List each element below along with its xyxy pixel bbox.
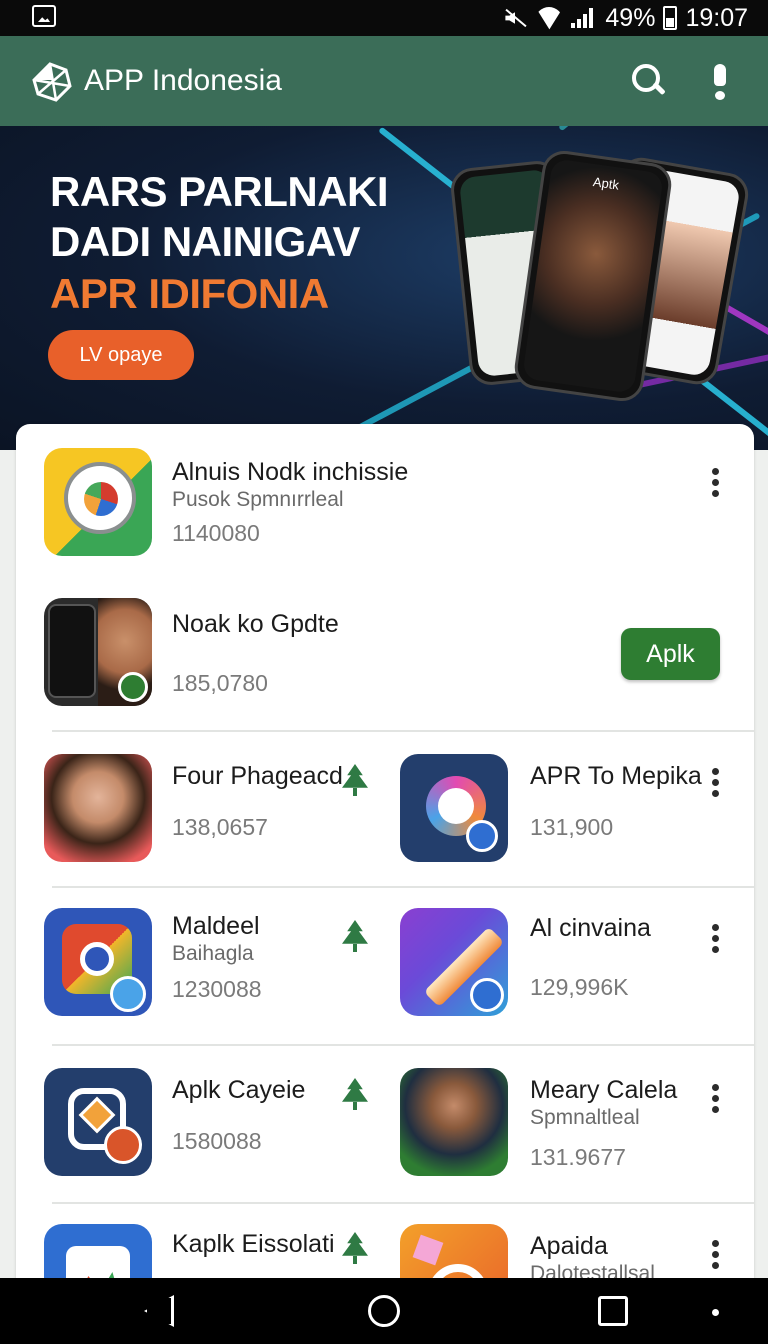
clock: 19:07 [685, 3, 748, 32]
status-icons: 49% 19:07 [503, 0, 748, 36]
more-vert-icon[interactable] [710, 468, 720, 498]
promo-banner[interactable]: RARS PARLNAKI DADI NAINIGAV APR IDIFONIA… [0, 126, 768, 450]
alert-icon[interactable] [712, 64, 728, 100]
app-icon-r4-left[interactable] [44, 1224, 152, 1284]
app-count-r3-right: 131.9677 [530, 1144, 626, 1170]
search-icon[interactable] [632, 64, 666, 98]
app-name-r4-left[interactable]: Kaplk Eissolati [172, 1230, 335, 1259]
divider [52, 1202, 754, 1204]
app-name-r2-left[interactable]: Maldeel [172, 912, 260, 941]
app-icon-featured2[interactable] [44, 598, 152, 706]
tree-icon [342, 764, 368, 796]
app-icon-r1-right[interactable] [400, 754, 508, 862]
image-icon [32, 5, 56, 27]
back-icon[interactable] [144, 1295, 174, 1327]
phone-label: Aptk [592, 174, 620, 193]
app-list-card: Alnuis Nodk inchissie Pusok Spmnırrleal … [16, 424, 754, 1284]
app-subtitle-r2-left: Baihagla [172, 942, 254, 965]
banner-headline-2: DADI NAINIGAV [50, 218, 361, 265]
app-name-featured2[interactable]: Noak ko Gpdte [172, 610, 339, 639]
app-name-r3-left[interactable]: Aplk Cayeie [172, 1076, 305, 1105]
battery-percent: 49% [605, 3, 656, 32]
battery-icon [663, 6, 678, 30]
app-count-r2-left: 1230088 [172, 976, 262, 1002]
status-bar: 49% 19:07 [0, 0, 768, 36]
tree-icon [342, 1232, 368, 1264]
mute-icon [503, 8, 527, 28]
tree-icon [342, 920, 368, 952]
app-icon-r3-right[interactable] [400, 1068, 508, 1176]
divider [52, 730, 754, 732]
app-icon-r2-left[interactable] [44, 908, 152, 1016]
banner-headline-1: RARS PARLNAKI [50, 168, 389, 215]
app-name-r3-right[interactable]: Meary Calela [530, 1076, 677, 1105]
app-bar: APP Indonesia [0, 36, 768, 126]
app-subtitle-r3-right: Spmnaltleal [530, 1106, 640, 1129]
logo-icon [32, 62, 72, 102]
app-count-r1-left: 138,0657 [172, 814, 268, 840]
app-icon-r1-left[interactable] [44, 754, 152, 862]
banner-headline-3: APR IDIFONIA [50, 270, 329, 317]
app-icon-r4-right[interactable] [400, 1224, 508, 1284]
app-title: APP Indonesia [84, 64, 282, 97]
recents-icon[interactable] [598, 1296, 628, 1326]
more-vert-icon[interactable] [710, 924, 720, 954]
app-icon-r2-right[interactable] [400, 908, 508, 1016]
home-icon[interactable] [368, 1295, 400, 1327]
more-vert-icon[interactable] [710, 1240, 720, 1270]
navigation-bar [0, 1278, 768, 1344]
wifi-icon [535, 7, 563, 29]
app-count-r2-right: 129,996K [530, 974, 629, 1000]
app-name-r4-right[interactable]: Apaida [530, 1232, 608, 1261]
more-vert-icon[interactable] [710, 1084, 720, 1114]
app-count-r1-right: 131,900 [530, 814, 614, 840]
app-icon-featured1[interactable] [44, 448, 152, 556]
app-count-featured1: 1140080 [172, 520, 260, 546]
app-name-r1-left[interactable]: Four Phageacd [172, 762, 343, 791]
app-name-r2-right[interactable]: Al cinvaina [530, 914, 651, 943]
app-name-featured1[interactable]: Alnuis Nodk inchissie [172, 458, 408, 487]
divider [52, 886, 754, 888]
nav-dot-icon [712, 1309, 719, 1316]
banner-button[interactable]: LV opaye [48, 330, 194, 380]
app-subtitle-featured1: Pusok Spmnırrleal [172, 488, 344, 511]
more-vert-icon[interactable] [710, 768, 720, 798]
app-count-r3-left: 1580088 [172, 1128, 262, 1154]
app-name-r1-right[interactable]: APR To Mepika [530, 762, 702, 791]
tree-icon [342, 1078, 368, 1110]
app-icon-r3-left[interactable] [44, 1068, 152, 1176]
divider [52, 1044, 754, 1046]
app-count-featured2: 185,0780 [172, 670, 268, 696]
signal-icon [571, 8, 597, 28]
apk-button[interactable]: Aplk [621, 628, 720, 680]
